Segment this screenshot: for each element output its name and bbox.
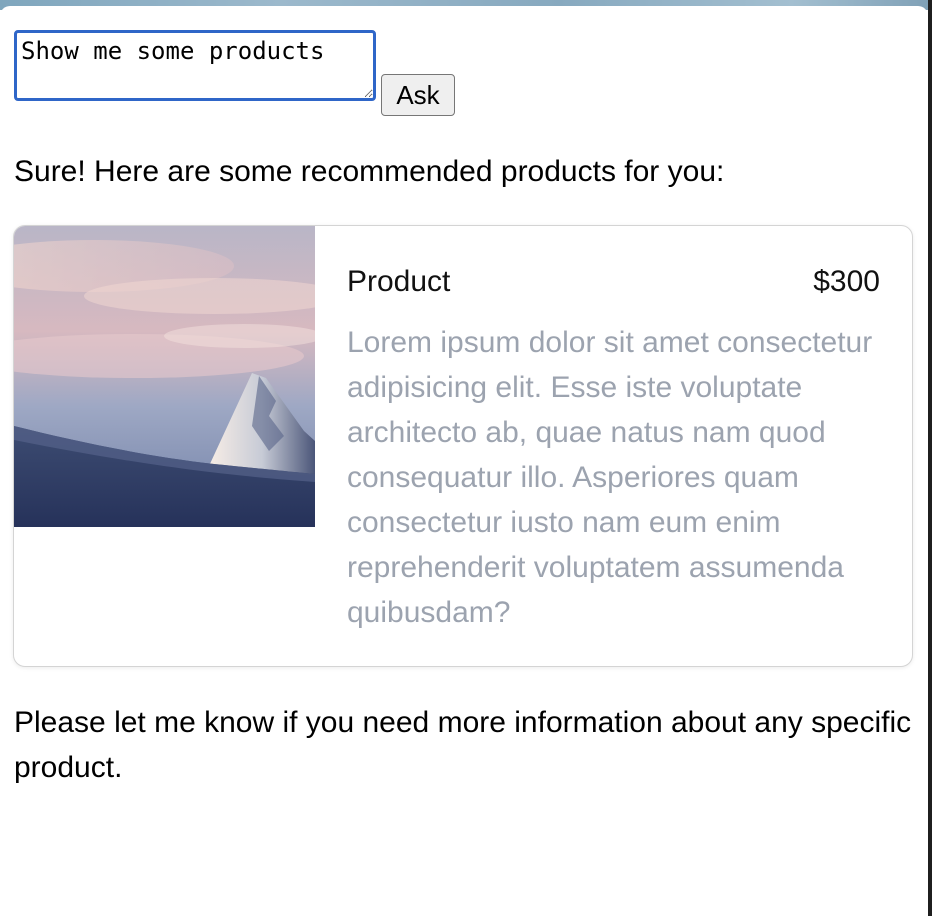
product-description: Lorem ipsum dolor sit amet consectetur a… [347,326,873,629]
product-price: $300 [813,265,880,298]
ask-button[interactable]: Ask [381,74,455,116]
assistant-outro-message: Please let me know if you need more info… [14,706,912,784]
window-edge [928,0,932,916]
product-image [14,226,315,527]
assistant-intro-message: Sure! Here are some recommended products… [14,155,725,188]
prompt-input[interactable]: Show me some products [14,30,376,101]
chat-window: Show me some products Ask Sure! Here are… [0,6,928,916]
product-name: Product [347,265,451,298]
product-card[interactable]: Product $300 Lorem ipsum dolor sit amet … [13,225,913,667]
